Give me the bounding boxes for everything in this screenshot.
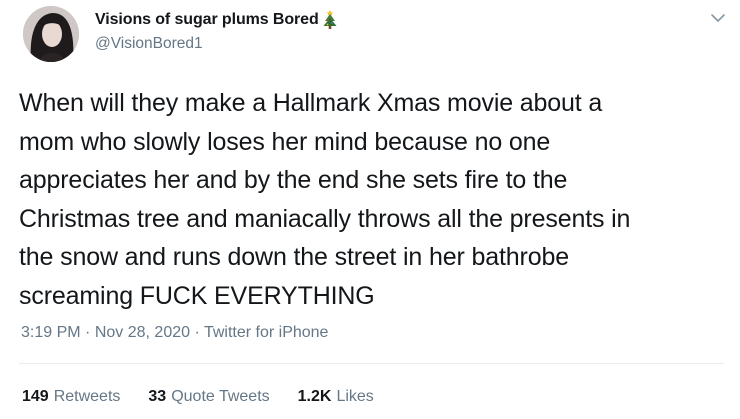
likes-count: 1.2K: [297, 388, 332, 405]
avatar[interactable]: [23, 6, 79, 62]
display-name[interactable]: Visions of sugar plums Bored: [95, 11, 319, 29]
meta-separator: ·: [194, 324, 204, 341]
divider: [19, 363, 724, 364]
meta-separator: ·: [85, 324, 95, 341]
user-names: Visions of sugar plums Bored @VisionBore…: [95, 9, 338, 53]
chevron-down-icon[interactable]: [708, 9, 728, 27]
tweet-time[interactable]: 3:19 PM: [21, 324, 81, 341]
retweets-label: Retweets: [53, 388, 121, 405]
tweet-date[interactable]: Nov 28, 2020: [95, 324, 190, 341]
likes-stat[interactable]: 1.2K Likes: [298, 388, 374, 406]
tweet-meta: 3:19 PM · Nov 28, 2020 · Twitter for iPh…: [21, 324, 328, 342]
tweet-text: When will they make a Hallmark Xmas movi…: [19, 89, 631, 310]
tweet-stats: 149 Retweets 33 Quote Tweets 1.2K Likes: [22, 388, 402, 406]
likes-label: Likes: [336, 388, 374, 405]
retweets-stat[interactable]: 149 Retweets: [22, 388, 120, 406]
display-name-row: Visions of sugar plums Bored: [95, 9, 338, 31]
user-handle[interactable]: @VisionBored1: [95, 35, 338, 53]
quotes-count: 33: [148, 388, 167, 405]
quote-tweets-stat[interactable]: 33 Quote Tweets: [148, 388, 269, 406]
tweet-source[interactable]: Twitter for iPhone: [204, 324, 329, 341]
avatar-photo: [23, 6, 79, 62]
christmas-tree-icon: [322, 10, 338, 30]
quotes-label: Quote Tweets: [171, 388, 270, 405]
retweets-count: 149: [22, 388, 49, 405]
